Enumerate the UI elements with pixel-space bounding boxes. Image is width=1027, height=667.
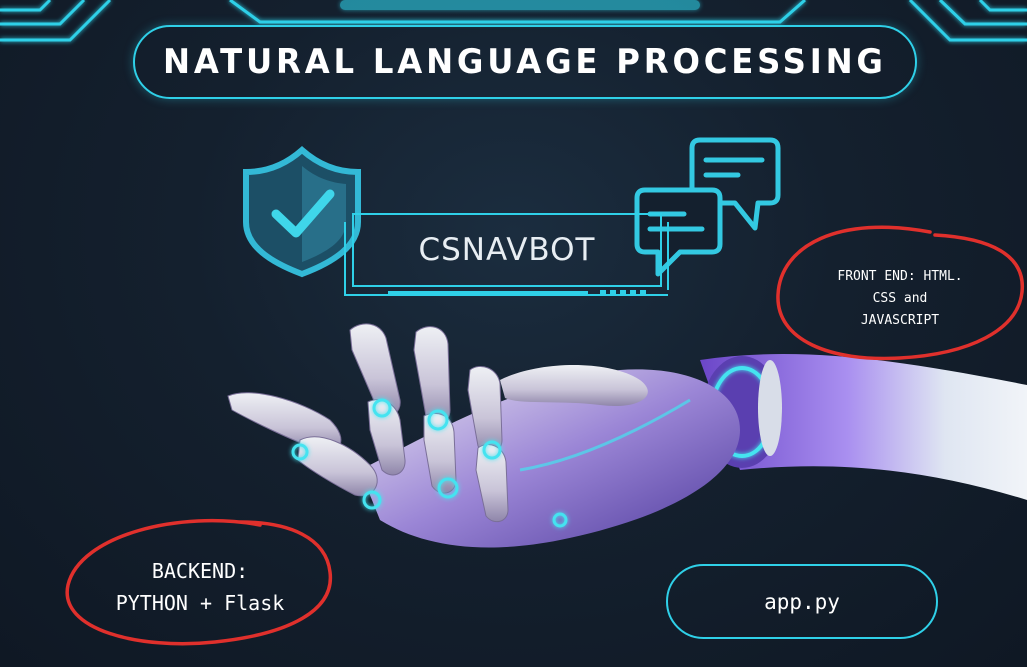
- backend-note-line: BACKEND:: [151, 559, 249, 583]
- title-banner: NATURAL LANGUAGE PROCESSING: [133, 25, 917, 99]
- frontend-note-line: FRONT END: HTML.: [837, 269, 963, 284]
- bot-name-box: CSNAVBOT: [352, 213, 662, 287]
- page-title: NATURAL LANGUAGE PROCESSING: [163, 42, 887, 82]
- shield-check-icon: [243, 145, 361, 278]
- frontend-note-line: CSS and: [872, 291, 928, 306]
- frontend-note: FRONT END: HTML. CSS and JAVASCRIPT: [800, 266, 1000, 332]
- backend-note-line: PYTHON + Flask: [115, 591, 285, 615]
- frontend-note-line: JAVASCRIPT: [860, 313, 940, 328]
- backend-note: BACKEND: PYTHON + Flask: [80, 555, 320, 619]
- app-file-pill: app.py: [666, 564, 938, 639]
- bot-name: CSNAVBOT: [418, 232, 596, 268]
- app-file-label: app.py: [764, 589, 840, 614]
